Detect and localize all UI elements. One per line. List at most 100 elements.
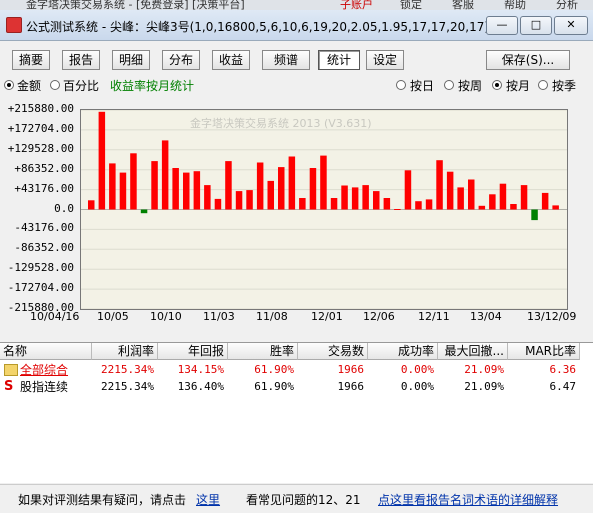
chart-bar bbox=[204, 185, 211, 210]
tab-report[interactable]: 报告 bbox=[62, 50, 100, 70]
x-tick-label: 10/04/16 bbox=[30, 310, 80, 323]
amount-label: 金额 bbox=[17, 79, 42, 93]
monthly-return-chart bbox=[80, 109, 568, 310]
glossary-link[interactable]: 点这里看报告名词术语的详细解释 bbox=[378, 491, 558, 508]
x-tick-label: 11/03 bbox=[203, 310, 235, 323]
by-season-radio[interactable] bbox=[538, 80, 548, 90]
x-tick-label: 13/04 bbox=[470, 310, 502, 323]
col-header-annual-return[interactable]: 年回报 bbox=[158, 343, 228, 360]
row-name: 股指连续 bbox=[20, 380, 69, 394]
chart-bar bbox=[510, 204, 517, 210]
minimize-button[interactable]: — bbox=[486, 16, 518, 35]
col-header-profit-rate[interactable]: 利润率 bbox=[92, 343, 158, 360]
tab-distribution[interactable]: 分布 bbox=[162, 50, 200, 70]
table-cell: 136.40% bbox=[177, 380, 224, 393]
y-tick-label: +43176.00 bbox=[14, 182, 74, 195]
y-tick-label: +215880.00 bbox=[7, 102, 74, 115]
x-tick-label: 12/06 bbox=[363, 310, 395, 323]
stat-title: 收益率按月统计 bbox=[110, 79, 195, 93]
chart-bar bbox=[552, 205, 559, 210]
col-header-max-drawdown[interactable]: 最大回撤... bbox=[438, 343, 508, 360]
col-header-name[interactable]: 名称 bbox=[0, 343, 92, 360]
col-header-trade-count[interactable]: 交易数 bbox=[298, 343, 368, 360]
x-tick-label: 11/08 bbox=[256, 310, 288, 323]
by-month-radio[interactable] bbox=[492, 80, 502, 90]
col-header-success-rate[interactable]: 成功率 bbox=[368, 343, 438, 360]
y-tick-label: -43176.00 bbox=[14, 221, 74, 234]
chart-bar bbox=[320, 155, 327, 210]
chart-bar bbox=[140, 209, 148, 214]
here-link[interactable]: 这里 bbox=[196, 491, 220, 508]
by-week-radio[interactable] bbox=[444, 80, 454, 90]
table-cell: 0.00% bbox=[400, 380, 434, 393]
chart-bar bbox=[193, 171, 201, 210]
chart-bar bbox=[246, 190, 253, 210]
y-tick-label: +172704.00 bbox=[7, 122, 74, 135]
percent-label: 百分比 bbox=[63, 79, 100, 93]
by-week-label: 按周 bbox=[458, 79, 483, 93]
y-tick-label: +86352.00 bbox=[14, 162, 74, 175]
chart-canvas bbox=[81, 110, 567, 309]
table-cell: 0.00% bbox=[400, 363, 434, 376]
footer-question: 如果对评测结果有疑问，请点击 bbox=[18, 493, 187, 507]
by-day-radio[interactable] bbox=[396, 80, 406, 90]
chart-bar bbox=[161, 140, 169, 210]
tab-detail[interactable]: 明细 bbox=[112, 50, 150, 70]
tab-summary[interactable]: 摘要 bbox=[12, 50, 50, 70]
chart-bar bbox=[499, 183, 507, 210]
chart-bar bbox=[341, 185, 348, 210]
y-tick-label: +129528.00 bbox=[7, 142, 74, 155]
save-button[interactable]: 保存(S)... bbox=[486, 50, 570, 70]
series-s-icon: S bbox=[4, 379, 14, 394]
table-cell: 6.47 bbox=[549, 380, 577, 393]
tab-spectrum[interactable]: 频谱 bbox=[262, 50, 310, 70]
chart-bar bbox=[288, 156, 296, 210]
chart-bar bbox=[362, 185, 369, 210]
chart-bar bbox=[119, 172, 127, 210]
chart-bar bbox=[541, 192, 549, 210]
col-header-mar-ratio[interactable]: MAR比率 bbox=[508, 343, 580, 360]
chart-bar bbox=[214, 198, 222, 210]
chart-bar bbox=[446, 171, 454, 210]
close-button[interactable]: ✕ bbox=[554, 16, 588, 35]
chart-bar bbox=[309, 168, 317, 210]
amount-radio[interactable] bbox=[4, 80, 14, 90]
table-cell: 21.09% bbox=[464, 363, 504, 376]
y-tick-label: -86352.00 bbox=[14, 241, 74, 254]
chart-bar bbox=[225, 161, 232, 210]
maximize-button[interactable]: □ bbox=[520, 16, 552, 35]
title-bar[interactable]: 公式测试系统 - 尖峰：尖峰3号(1,0,16800,5,6,10,6,19,2… bbox=[0, 10, 593, 41]
x-tick-label: 12/01 bbox=[311, 310, 343, 323]
chart-bar bbox=[267, 180, 274, 210]
y-tick-label: 0.0 bbox=[54, 202, 74, 215]
x-tick-label: 13/12/09 bbox=[527, 310, 577, 323]
chart-bar bbox=[457, 187, 464, 210]
chart-bar bbox=[256, 162, 264, 210]
table-cell: 1966 bbox=[337, 380, 365, 393]
y-tick-label: -172704.00 bbox=[7, 281, 74, 294]
chart-bar bbox=[330, 198, 338, 210]
percent-radio[interactable] bbox=[50, 80, 60, 90]
chart-bar bbox=[151, 161, 158, 210]
chart-bar bbox=[436, 160, 443, 210]
chart-bar bbox=[172, 168, 179, 210]
chart-bar bbox=[109, 163, 116, 210]
chart-bar bbox=[351, 187, 359, 210]
col-header-win-rate[interactable]: 胜率 bbox=[228, 343, 298, 360]
x-tick-label: 12/11 bbox=[418, 310, 450, 323]
table-cell: 21.09% bbox=[464, 380, 504, 393]
table-cell: 2215.34% bbox=[101, 363, 154, 376]
by-month-label: 按月 bbox=[506, 79, 531, 93]
chart-bar bbox=[404, 170, 412, 210]
chart-bar bbox=[415, 201, 422, 210]
x-tick-label: 10/05 bbox=[97, 310, 129, 323]
chart-bar bbox=[373, 191, 380, 210]
chart-bar bbox=[425, 199, 433, 210]
tab-statistics[interactable]: 统计 bbox=[318, 50, 360, 70]
folder-icon bbox=[4, 364, 18, 376]
tab-profit[interactable]: 收益 bbox=[212, 50, 250, 70]
by-season-label: 按季 bbox=[552, 79, 577, 93]
chart-bar bbox=[235, 191, 243, 210]
tab-settings[interactable]: 设定 bbox=[366, 50, 404, 70]
chart-bar bbox=[299, 198, 306, 210]
